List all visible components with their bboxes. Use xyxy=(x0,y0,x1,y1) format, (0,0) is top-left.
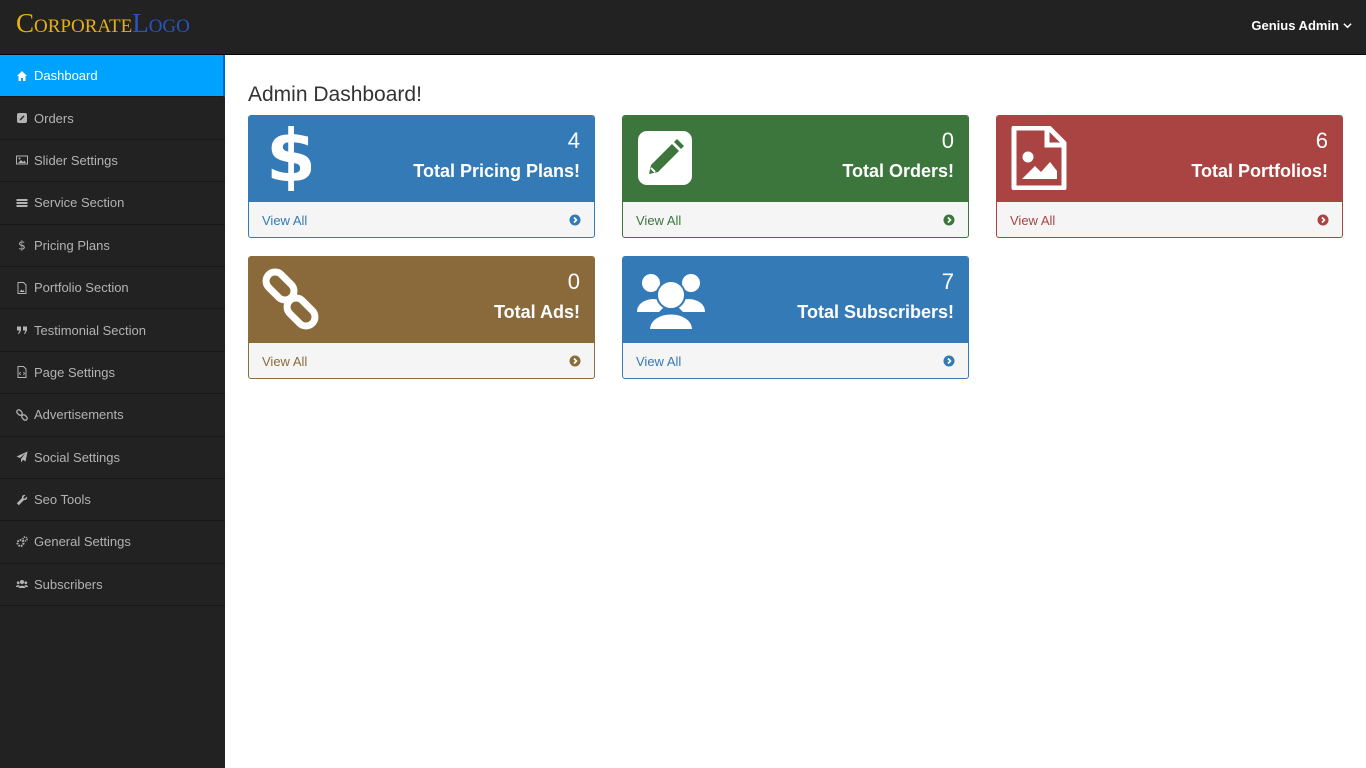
sidebar-item-label: Orders xyxy=(34,110,74,126)
panel-ads: 0 Total Ads! View All xyxy=(248,256,595,379)
sidebar-item-label: Slider Settings xyxy=(34,152,118,168)
sidebar-item-testimonial-section[interactable]: Testimonial Section xyxy=(0,309,225,352)
image-icon xyxy=(16,154,28,166)
sidebar-item-label: Advertisements xyxy=(34,407,124,423)
circle-arrow-right-icon xyxy=(943,214,955,226)
panel-orders: 0 Total Orders! View All xyxy=(622,115,969,238)
dollar-icon: $ xyxy=(261,125,321,191)
panel-pricing-plans: $ 4 Total Pricing Plans! View All xyxy=(248,115,595,238)
user-menu-dropdown[interactable]: Genius Admin xyxy=(1251,18,1352,33)
sidebar-item-portfolio-section[interactable]: Portfolio Section xyxy=(0,267,225,310)
sidebar-item-service-section[interactable]: Service Section xyxy=(0,182,225,225)
view-all-label: View All xyxy=(1010,213,1056,228)
chevron-down-icon xyxy=(1343,23,1352,29)
view-all-link[interactable]: View All xyxy=(249,343,594,378)
view-all-label: View All xyxy=(636,354,682,369)
corporate-logo[interactable]: CorporateLogo xyxy=(16,8,190,38)
view-all-link[interactable]: View All xyxy=(623,343,968,378)
svg-text:$: $ xyxy=(271,125,311,191)
wrench-icon xyxy=(16,494,28,506)
sidebar-item-label: Page Settings xyxy=(34,364,115,380)
sidebar-item-label: General Settings xyxy=(34,534,131,550)
sidebar-item-social-settings[interactable]: Social Settings xyxy=(0,437,225,479)
sidebar-item-dashboard[interactable]: Dashboard xyxy=(0,55,225,98)
sidebar-item-label: Social Settings xyxy=(34,449,120,465)
panel-count: 6 xyxy=(1315,128,1328,153)
edit-icon xyxy=(16,112,28,124)
panel-heading: 0 Total Orders! xyxy=(623,116,968,202)
circle-arrow-right-icon xyxy=(1317,214,1329,226)
home-icon xyxy=(16,70,28,82)
panel-label: Total Subscribers! xyxy=(797,302,954,322)
paper-plane-icon xyxy=(16,451,28,463)
circle-arrow-right-icon xyxy=(569,355,581,367)
panel-heading: 6 Total Portfolios! xyxy=(997,116,1342,202)
file-image-icon xyxy=(1009,126,1069,190)
sidebar-item-label: Dashboard xyxy=(34,68,98,84)
panel-heading: $ 4 Total Pricing Plans! xyxy=(249,116,594,202)
sidebar-item-seo-tools[interactable]: Seo Tools xyxy=(0,479,225,522)
link-icon xyxy=(16,408,28,421)
sidebar-item-label: Service Section xyxy=(34,195,125,211)
sidebar-item-general-settings[interactable]: General Settings xyxy=(0,521,225,564)
panel-subscribers: 7 Total Subscribers! View All xyxy=(622,256,969,379)
link-icon xyxy=(261,267,321,331)
dollar-icon: $ xyxy=(16,239,28,251)
view-all-link[interactable]: View All xyxy=(249,202,594,237)
panel-label: Total Ads! xyxy=(494,302,580,322)
page-title: Admin Dashboard! xyxy=(248,83,422,106)
panel-label: Total Portfolios! xyxy=(1191,161,1328,181)
users-icon xyxy=(635,267,707,331)
edit-icon xyxy=(635,126,695,190)
panel-heading: 7 Total Subscribers! xyxy=(623,257,968,343)
quote-icon xyxy=(16,324,28,336)
circle-arrow-right-icon xyxy=(569,214,581,226)
sidebar-item-label: Portfolio Section xyxy=(34,280,129,296)
tasks-icon xyxy=(16,197,28,209)
file-image-icon xyxy=(16,281,28,294)
panel-label: Total Orders! xyxy=(842,161,954,181)
users-icon xyxy=(16,578,28,590)
circle-arrow-right-icon xyxy=(943,355,955,367)
user-name: Genius Admin xyxy=(1251,18,1339,33)
panel-count: 0 xyxy=(567,269,580,294)
sidebar-item-label: Subscribers xyxy=(34,576,103,592)
cogs-icon xyxy=(16,536,28,548)
view-all-link[interactable]: View All xyxy=(623,202,968,237)
panel-heading: 0 Total Ads! xyxy=(249,257,594,343)
svg-text:$: $ xyxy=(18,239,26,251)
sidebar-item-label: Seo Tools xyxy=(34,492,91,508)
sidebar: Dashboard Orders Slider Settings Service… xyxy=(0,55,225,768)
sidebar-item-page-settings[interactable]: Page Settings xyxy=(0,352,225,395)
top-navbar: CorporateLogo Genius Admin xyxy=(0,0,1366,55)
sidebar-item-pricing-plans[interactable]: $ Pricing Plans xyxy=(0,225,225,267)
view-all-label: View All xyxy=(262,354,308,369)
view-all-label: View All xyxy=(262,213,308,228)
panel-count: 0 xyxy=(941,128,954,153)
sidebar-item-orders[interactable]: Orders xyxy=(0,97,225,140)
panel-portfolios: 6 Total Portfolios! View All xyxy=(996,115,1343,238)
sidebar-item-subscribers[interactable]: Subscribers xyxy=(0,564,225,607)
sidebar-item-slider-settings[interactable]: Slider Settings xyxy=(0,140,225,183)
view-all-link[interactable]: View All xyxy=(997,202,1342,237)
main-content: Admin Dashboard! xyxy=(248,80,1348,110)
sidebar-item-label: Testimonial Section xyxy=(34,322,146,338)
file-code-icon xyxy=(16,366,28,379)
view-all-label: View All xyxy=(636,213,682,228)
sidebar-item-advertisements[interactable]: Advertisements xyxy=(0,394,225,437)
panel-count: 4 xyxy=(567,128,580,153)
panel-count: 7 xyxy=(941,269,954,294)
panel-label: Total Pricing Plans! xyxy=(413,161,580,181)
logo-text-corporate: Corporate xyxy=(16,8,133,38)
logo-text-logo: Logo xyxy=(132,8,190,38)
sidebar-item-label: Pricing Plans xyxy=(34,237,110,253)
